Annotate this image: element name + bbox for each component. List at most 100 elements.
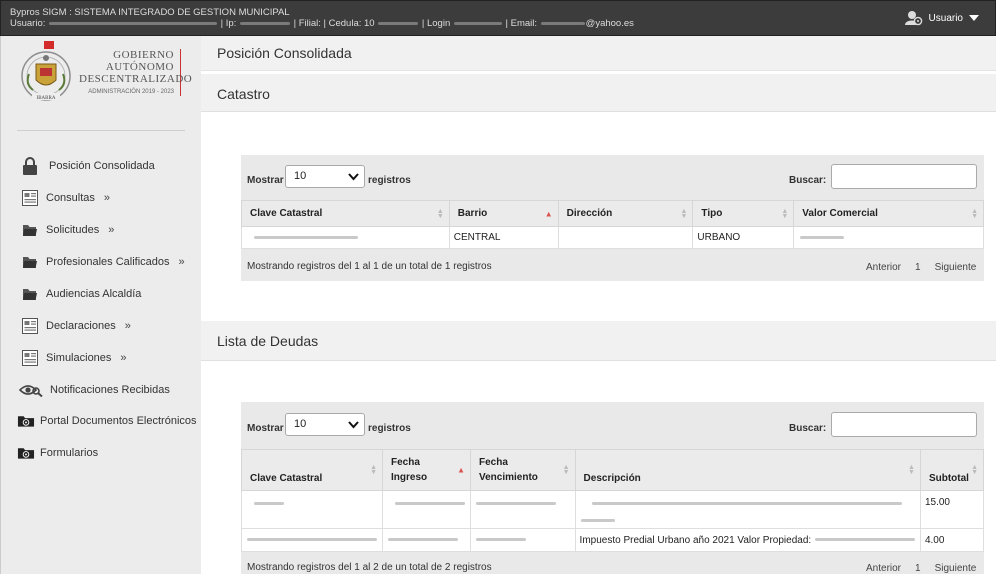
redacted-value	[247, 538, 377, 542]
logo-line-3: DESCENTRALIZADO	[79, 73, 193, 85]
column-header[interactable]: Fecha Ingreso ▲	[382, 449, 471, 491]
column-header[interactable]: Clave Catastral ▲ ▼	[241, 200, 450, 227]
sidebar-item-label: Simulaciones	[46, 352, 112, 364]
deudas-table-panel: Mostrar 10 registros Buscar: Clave Catas…	[241, 402, 985, 574]
submenu-arrow: »	[120, 352, 127, 364]
sort-icon: ▲ ▼	[971, 464, 978, 476]
column-header[interactable]: Tipo ▲ ▼	[692, 200, 795, 227]
app-title: Bypros SIGM : SISTEMA INTEGRADO DE GESTI…	[10, 7, 290, 18]
redacted-description	[814, 538, 915, 542]
column-header-label: Clave Catastral	[250, 473, 323, 484]
sidebar-item-posicion-consolidada[interactable]: Posición Consolidada	[21, 156, 155, 176]
table-row[interactable]: 15.00	[241, 490, 985, 529]
column-header[interactable]: Dirección ▲ ▼	[557, 200, 694, 227]
user-menu[interactable]: Usuario	[904, 10, 979, 26]
usuario-label: Usuario:	[10, 18, 46, 29]
table-row[interactable]: CENTRAL URBANO	[241, 226, 984, 249]
redacted-value	[254, 501, 284, 505]
redacted-description	[580, 519, 615, 522]
catastro-header: Catastro	[201, 74, 996, 112]
page-number-button[interactable]: 1	[915, 262, 921, 273]
redacted-description	[591, 501, 902, 505]
sidebar-divider	[17, 130, 185, 131]
deudas-table: Clave Catastral ▲ ▼ Fecha Ingreso ▲ Fecha Ven…	[241, 449, 985, 552]
sidebar-item-profesionales-calificados[interactable]: Profesionales Calificados »	[21, 252, 185, 272]
table-row[interactable]: Impuesto Predial Urbano año 2021 Valor P…	[241, 528, 985, 552]
page-header: Posición Consolidada	[201, 36, 996, 71]
table-cell	[241, 226, 450, 249]
table-cell	[382, 528, 471, 552]
sidebar-item-portal-documentos-electronicos[interactable]: Portal Documentos Electrónicos	[17, 411, 197, 431]
pagination: Anterior 1 Siguiente	[866, 563, 976, 574]
previous-page-button[interactable]: Anterior	[866, 563, 901, 574]
buscar-label: Buscar:	[789, 175, 827, 186]
page-size-select[interactable]: 10	[285, 413, 365, 436]
sidebar-item-notificaciones-recibidas[interactable]: Notificaciones Recibidas	[19, 380, 170, 400]
document-icon	[21, 317, 39, 335]
column-header[interactable]: Subtotal ▲ ▼	[919, 449, 985, 491]
sort-icon: ▲ ▼	[971, 207, 978, 220]
sidebar-item-formularios[interactable]: Formularios	[17, 443, 98, 463]
sidebar-item-consultas[interactable]: Consultas »	[21, 188, 110, 208]
deudas-title: Lista de Deudas	[217, 333, 319, 349]
column-header[interactable]: Clave Catastral ▲ ▼	[241, 449, 383, 491]
buscar-label: Buscar:	[789, 423, 827, 434]
table-cell: 4.00	[919, 528, 985, 552]
email-domain: @yahoo.es	[585, 18, 634, 29]
table-cell	[574, 490, 921, 529]
next-page-button[interactable]: Siguiente	[935, 563, 977, 574]
column-header-label: Valor Comercial	[802, 208, 878, 219]
column-header-label: Fecha	[479, 457, 508, 468]
column-header-label: Vencimiento	[479, 472, 538, 483]
column-header-label: Subtotal	[928, 473, 969, 484]
column-header-label: Tipo	[701, 208, 723, 219]
table-cell	[557, 226, 694, 249]
deudas-header: Lista de Deudas	[201, 321, 996, 361]
sidebar-item-label: Formularios	[40, 447, 99, 459]
column-header[interactable]: Fecha Vencimiento ▲ ▼	[470, 449, 576, 491]
column-header[interactable]: Descripción ▲ ▼	[574, 449, 921, 491]
redacted-value	[476, 538, 526, 542]
catastro-table-panel: Mostrar 10 registros Buscar: Clave Catas…	[241, 155, 984, 281]
page-title: Posición Consolidada	[217, 45, 352, 61]
logo-admin-period: ADMINISTRACIÓN 2019 - 2023	[88, 89, 174, 95]
registros-label: registros	[368, 175, 411, 186]
previous-page-button[interactable]: Anterior	[866, 262, 901, 273]
catastro-search-input[interactable]	[831, 164, 977, 189]
document-icon	[21, 189, 39, 207]
redacted-cedula	[378, 21, 419, 25]
submenu-arrow: »	[108, 224, 115, 236]
folder-icon	[21, 253, 39, 271]
page-number-button[interactable]: 1	[915, 563, 921, 574]
sidebar-item-audiencias-alcaldia[interactable]: Audiencias Alcaldía	[21, 284, 141, 304]
document-icon	[21, 349, 39, 367]
column-header-label: Fecha	[391, 457, 420, 468]
municipality-logo: IBARRA GOBIERNO AUTÓNOMO DESCENTRALIZADO…	[19, 40, 193, 104]
next-page-button[interactable]: Siguiente	[935, 262, 977, 273]
sidebar-item-simulaciones[interactable]: Simulaciones »	[21, 348, 127, 368]
redacted-username	[49, 21, 218, 25]
page-size-value: 10	[294, 170, 307, 182]
logo-line-2: AUTÓNOMO	[105, 61, 174, 73]
chevron-down-icon	[348, 421, 359, 429]
logo-text: GOBIERNO AUTÓNOMO DESCENTRALIZADO ADMINI…	[79, 49, 193, 96]
page-size-select[interactable]: 10	[285, 165, 365, 188]
eye-search-icon	[19, 381, 43, 399]
deudas-search-input[interactable]	[831, 412, 977, 437]
sidebar-item-declaraciones[interactable]: Declaraciones »	[21, 316, 131, 336]
sidebar: IBARRA GOBIERNO AUTÓNOMO DESCENTRALIZADO…	[0, 36, 201, 574]
table-cell: Impuesto Predial Urbano año 2021 Valor P…	[574, 528, 921, 552]
main-content: Posición Consolidada Catastro Mostrar 10…	[201, 36, 996, 574]
column-header-label: Dirección	[566, 208, 613, 219]
filial-cedula-label: | Filial: | Cedula: 10	[293, 18, 375, 29]
sidebar-item-label: Profesionales Calificados	[46, 256, 170, 268]
sort-icon: ▲ ▼	[908, 464, 915, 476]
column-header[interactable]: Valor Comercial ▲ ▼	[793, 200, 984, 227]
sort-icon: ▲ ▼	[562, 464, 570, 476]
column-header[interactable]: Barrio ▲	[448, 200, 559, 227]
sidebar-item-solicitudes[interactable]: Solicitudes »	[21, 220, 114, 240]
top-bar: Bypros SIGM : SISTEMA INTEGRADO DE GESTI…	[0, 0, 996, 36]
sidebar-item-label: Notificaciones Recibidas	[50, 384, 170, 396]
table-info: Mostrando registros del 1 al 2 de un tot…	[247, 562, 492, 573]
submenu-arrow: »	[103, 192, 111, 204]
